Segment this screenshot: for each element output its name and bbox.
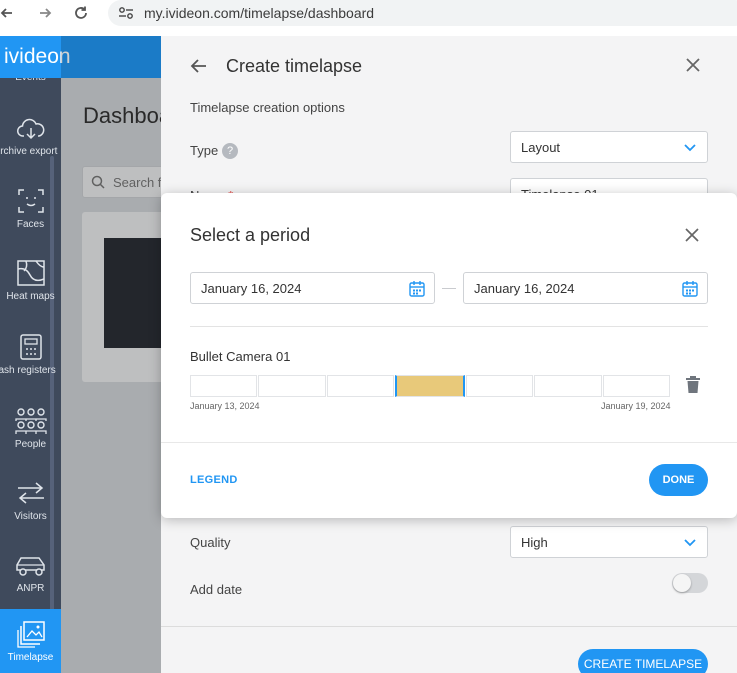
dialog-title: Select a period xyxy=(190,225,311,245)
face-scan-icon xyxy=(17,188,44,213)
car-icon xyxy=(15,556,45,576)
legend-link[interactable]: LEGEND xyxy=(190,474,238,486)
dialog-footer-divider xyxy=(161,442,737,443)
sidebar-item-cash-registers[interactable]: Cash registers xyxy=(0,318,61,390)
address-bar[interactable]: my.ivideon.com/timelapse/dashboard xyxy=(108,0,737,26)
period-timeline[interactable] xyxy=(190,375,670,397)
reload-icon[interactable] xyxy=(70,2,92,24)
people-icon xyxy=(14,407,47,434)
timeline-start-date: January 13, 2024 xyxy=(190,401,260,411)
end-date-input[interactable]: January 16, 2024 xyxy=(463,272,708,304)
type-select[interactable]: Layout xyxy=(510,131,708,163)
cloud-download-icon xyxy=(16,118,44,139)
dialog-divider xyxy=(190,326,708,327)
forward-arrow-icon[interactable] xyxy=(34,2,56,24)
camera-name: Bullet Camera 01 xyxy=(190,349,291,364)
quality-select[interactable]: High xyxy=(510,526,708,558)
heat-map-icon xyxy=(16,259,45,286)
done-button[interactable]: DONE xyxy=(649,464,708,496)
start-date-input[interactable]: January 16, 2024 xyxy=(190,272,435,304)
timeline-end-date: January 19, 2024 xyxy=(601,401,671,411)
type-label: Type xyxy=(190,143,219,158)
date-range-separator xyxy=(442,288,456,289)
site-settings-icon[interactable] xyxy=(118,6,134,25)
timeline-day[interactable] xyxy=(465,375,534,397)
create-timelapse-button[interactable]: CREATE TIMELAPSE xyxy=(578,649,708,673)
sidebar-item-heat-maps[interactable]: Heat maps xyxy=(0,244,61,316)
url-text: my.ivideon.com/timelapse/dashboard xyxy=(144,5,375,21)
calendar-icon[interactable] xyxy=(408,280,426,298)
calendar-icon[interactable] xyxy=(681,280,699,298)
section-label: Timelapse creation options xyxy=(190,100,345,115)
sidebar-item-timelapse[interactable]: Timelapse xyxy=(0,609,61,673)
visitors-icon xyxy=(17,481,44,504)
sidebar-item-faces[interactable]: Faces xyxy=(0,172,61,244)
sidebar-item-visitors[interactable]: Visitors xyxy=(0,464,61,536)
browser-toolbar: my.ivideon.com/timelapse/dashboard xyxy=(0,0,737,30)
chevron-down-icon xyxy=(684,144,696,152)
quality-label: Quality xyxy=(190,535,231,550)
cash-register-icon xyxy=(19,333,42,360)
timeline-day[interactable] xyxy=(534,375,602,397)
trash-icon[interactable] xyxy=(685,376,701,399)
close-icon[interactable] xyxy=(684,227,700,248)
close-icon[interactable] xyxy=(684,56,702,79)
timelapse-icon xyxy=(16,620,45,648)
timeline-day[interactable] xyxy=(602,375,670,397)
timeline-day[interactable] xyxy=(326,375,395,397)
add-date-toggle[interactable] xyxy=(672,573,708,593)
timeline-selected-day[interactable] xyxy=(395,375,465,397)
timeline-day[interactable] xyxy=(258,375,326,397)
help-icon[interactable]: ? xyxy=(222,143,238,159)
sidebar-item-archive-export[interactable]: Archive export xyxy=(0,100,61,172)
toggle-knob xyxy=(673,574,691,592)
sidebar-item-people[interactable]: People xyxy=(0,392,61,464)
back-arrow-icon[interactable] xyxy=(189,56,209,81)
sidebar-item-anpr[interactable]: ANPR xyxy=(0,537,61,609)
panel-title: Create timelapse xyxy=(226,56,363,76)
back-arrow-icon[interactable] xyxy=(0,2,18,24)
timeline-day[interactable] xyxy=(190,375,258,397)
select-period-dialog: Select a period January 16, 2024 January… xyxy=(161,193,737,518)
add-date-label: Add date xyxy=(190,582,243,597)
panel-divider xyxy=(161,626,737,627)
chevron-down-icon xyxy=(684,539,696,547)
